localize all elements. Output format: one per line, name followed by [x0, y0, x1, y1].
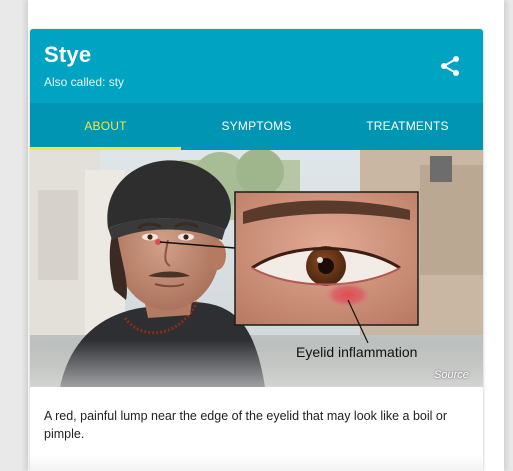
tab-bar: ABOUT SYMPTOMS TREATMENTS [30, 103, 483, 150]
condition-illustration[interactable]: Eyelid inflammation Source [30, 150, 483, 387]
tab-treatments[interactable]: TREATMENTS [332, 103, 483, 150]
share-button[interactable] [438, 54, 462, 78]
image-source-link[interactable]: Source [434, 369, 469, 381]
callout-label: Eyelid inflammation [296, 344, 418, 360]
card-title: Stye [44, 42, 92, 67]
tab-about[interactable]: ABOUT [30, 103, 181, 150]
card-header: Stye Also called: sty [30, 29, 483, 103]
tab-symptoms[interactable]: SYMPTOMS [181, 103, 332, 150]
condition-description: A red, painful lump near the edge of the… [44, 409, 448, 441]
share-icon [441, 56, 459, 76]
card-subtitle: Also called: sty [44, 75, 125, 89]
knowledge-card: Stye Also called: sty ABOUT SYMPTOMS TRE… [30, 29, 483, 471]
card-bottom-fade [30, 454, 483, 471]
